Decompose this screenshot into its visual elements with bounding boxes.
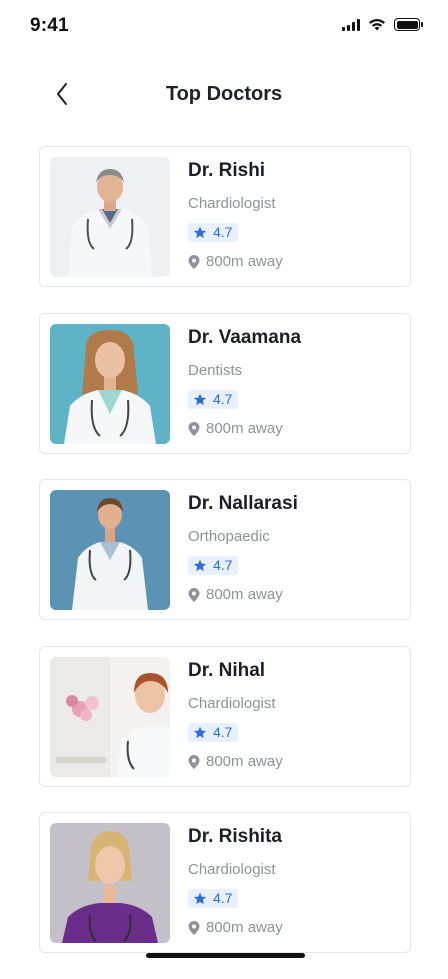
rating-value: 4.7 — [213, 890, 233, 906]
doctor-specialty: Chardiologist — [188, 694, 276, 712]
doctor-info: Dr. Vaamana Dentists 4.7 800m away — [188, 326, 400, 438]
doctor-card[interactable]: Dr. Nihal Chardiologist 4.7 800m away — [39, 645, 411, 787]
star-icon — [193, 559, 207, 572]
distance-text: 800m away — [206, 586, 283, 603]
location-pin-icon — [188, 588, 200, 602]
status-time: 9:41 — [30, 15, 69, 36]
distance: 800m away — [188, 420, 400, 438]
signal-icon — [342, 18, 360, 31]
distance: 800m away — [188, 753, 400, 771]
rating-value: 4.7 — [213, 224, 233, 240]
doctor-specialty: Dentists — [188, 361, 243, 379]
distance-text: 800m away — [206, 253, 283, 270]
location-pin-icon — [188, 255, 200, 269]
page-title: Top Doctors — [165, 83, 283, 105]
rating-badge: 4.7 — [188, 889, 239, 908]
doctor-list: Dr. Rishi Chardiologist 4.7 800m away Dr… — [39, 146, 411, 979]
location-pin-icon — [188, 754, 200, 769]
status-bar: 9:41 — [0, 0, 448, 52]
rating-badge: 4.7 — [188, 223, 239, 242]
doctor-card[interactable]: Dr. Nallarasi Orthopaedic 4.7 800m away — [39, 479, 411, 620]
distance: 800m away — [188, 253, 400, 271]
doctor-info: Dr. Rishi Chardiologist 4.7 800m away — [188, 159, 400, 271]
distance: 800m away — [188, 919, 400, 937]
distance-text: 800m away — [206, 919, 283, 936]
star-icon — [193, 393, 207, 405]
rating-badge: 4.7 — [188, 556, 239, 575]
doctor-name: Dr. Rishi — [188, 160, 266, 181]
doctor-photo — [50, 490, 170, 610]
doctor-card[interactable]: Dr. Rishi Chardiologist 4.7 800m away — [39, 146, 411, 287]
star-icon — [193, 726, 207, 738]
distance-text: 800m away — [206, 752, 283, 770]
doctor-info: Dr. Rishita Chardiologist 4.7 800m away — [188, 825, 400, 937]
doctor-photo — [50, 323, 170, 444]
distance: 800m away — [188, 586, 400, 604]
doctor-info: Dr. Nihal Chardiologist 4.7 800m away — [188, 659, 400, 771]
doctor-card[interactable]: Dr. Vaamana Dentists 4.7 800m away — [39, 312, 411, 454]
doctor-photo — [50, 157, 170, 277]
rating-badge: 4.7 — [188, 389, 239, 409]
location-pin-icon — [188, 921, 200, 935]
doctor-photo — [50, 823, 170, 943]
home-indicator[interactable] — [146, 953, 305, 958]
doctor-info: Dr. Nallarasi Orthopaedic 4.7 800m away — [188, 492, 400, 604]
rating-value: 4.7 — [213, 557, 233, 573]
location-pin-icon — [188, 421, 200, 436]
status-icons — [342, 18, 423, 31]
distance-text: 800m away — [206, 419, 283, 437]
star-icon — [193, 226, 207, 239]
header: Top Doctors — [0, 70, 448, 118]
doctor-name: Dr. Nallarasi — [188, 493, 298, 514]
battery-icon — [394, 18, 423, 31]
doctor-name: Dr. Rishita — [188, 826, 282, 847]
star-icon — [193, 892, 207, 905]
doctor-specialty: Orthopaedic — [188, 528, 270, 545]
rating-value: 4.7 — [213, 723, 233, 740]
doctor-specialty: Chardiologist — [188, 195, 276, 212]
wifi-icon — [369, 19, 385, 31]
doctor-name: Dr. Vaamana — [188, 326, 302, 348]
doctor-card[interactable]: Dr. Rishita Chardiologist 4.7 800m away — [39, 812, 411, 953]
rating-badge: 4.7 — [188, 722, 239, 742]
doctor-specialty: Chardiologist — [188, 861, 276, 878]
doctor-name: Dr. Nihal — [188, 659, 266, 681]
rating-value: 4.7 — [213, 390, 233, 407]
doctor-photo — [50, 656, 170, 777]
